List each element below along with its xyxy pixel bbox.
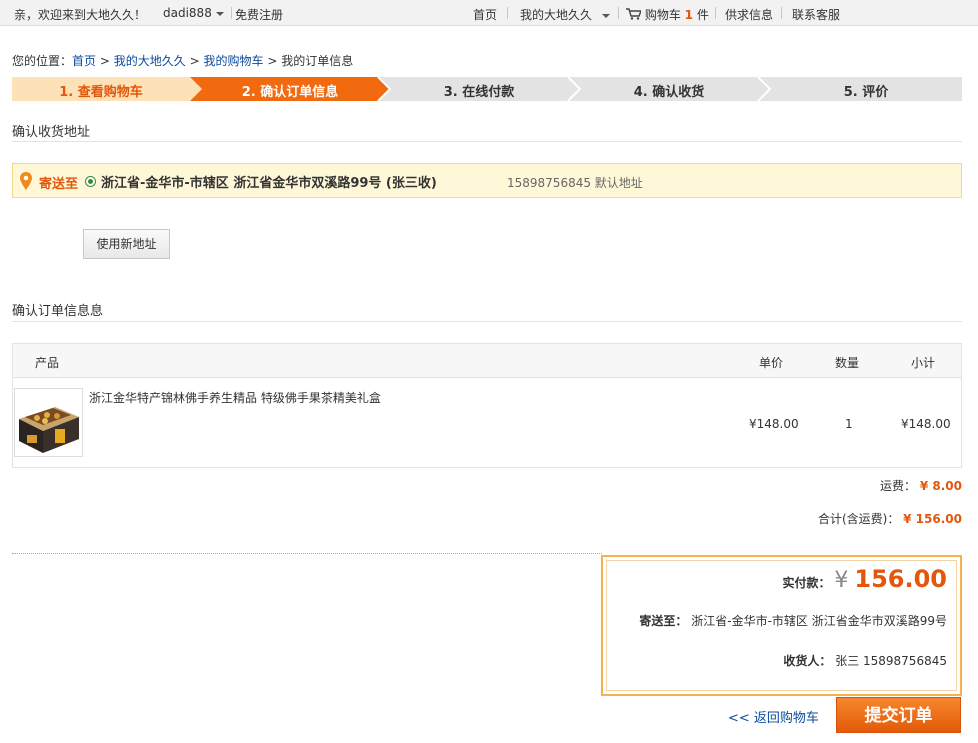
column-product: 产品 <box>35 356 60 370</box>
address-radio[interactable] <box>85 176 96 187</box>
divider <box>12 141 962 142</box>
address-section-title: 确认收货地址 <box>12 125 91 140</box>
step-online-payment: 3. 在线付款 <box>443 85 515 100</box>
divider <box>231 7 232 19</box>
shipping-value: ¥ 8.00 <box>919 479 962 493</box>
paid-amount-row: 实付款： ¥156.00 <box>783 565 947 593</box>
cart-unit: 件 <box>696 8 709 22</box>
product-qty: 1 <box>845 417 853 431</box>
breadcrumb-cart[interactable]: 我的购物车 <box>203 54 263 68</box>
column-price: 单价 <box>759 356 784 370</box>
shipping-label: 运费： <box>880 479 917 493</box>
order-summary: 实付款： ¥156.00 寄送至： 浙江省-金华市-市辖区 浙江省金华市双溪路9… <box>601 555 962 696</box>
welcome-text: 亲，欢迎来到大地久久！ <box>14 8 147 22</box>
register-link[interactable]: 免费注册 <box>235 6 283 23</box>
divider <box>618 7 619 19</box>
divider <box>507 7 508 19</box>
address-option[interactable]: 寄送至 浙江省-金华市-市辖区 浙江省金华市双溪路99号 (张三收) 15898… <box>12 163 962 198</box>
summary-send-label: 寄送至： <box>639 614 688 628</box>
currency-symbol: ¥ <box>834 568 849 593</box>
home-link[interactable]: 首页 <box>473 6 497 23</box>
divider <box>12 321 962 322</box>
product-price: ¥148.00 <box>749 417 799 431</box>
supply-link[interactable]: 供求信息 <box>725 6 773 23</box>
total-row: 合计(含运费)： ¥ 156.00 <box>818 510 962 527</box>
my-account-menu[interactable]: 我的大地久久 <box>520 6 611 23</box>
receiver-value: 张三 15898756845 <box>835 654 947 668</box>
summary-send-value: 浙江省-金华市-市辖区 浙江省金华市双溪路99号 <box>691 614 947 628</box>
submit-order-button[interactable]: 提交订单 <box>836 697 961 733</box>
chevron-down-icon <box>602 13 611 18</box>
receiver-row: 收货人： 张三 15898756845 <box>783 652 947 669</box>
total-value: ¥ 156.00 <box>903 512 962 526</box>
order-section-title: 确认订单信息息 <box>12 304 104 319</box>
step-confirm-order: 2. 确认订单信息 <box>241 85 339 100</box>
breadcrumb-separator: > <box>267 54 278 68</box>
breadcrumb-current: 我的订单信息 <box>281 54 354 68</box>
column-subtotal: 小计 <box>911 356 936 370</box>
user-menu[interactable]: dadi888 <box>163 6 224 20</box>
product-subtotal: ¥148.00 <box>901 417 951 431</box>
step-confirm-receipt: 4. 确认收货 <box>633 85 705 100</box>
cart-count: 1 <box>684 8 694 22</box>
step-review: 5. 评价 <box>843 85 889 100</box>
column-qty: 数量 <box>835 356 860 370</box>
service-link[interactable]: 联系客服 <box>792 6 840 23</box>
product-name-link[interactable]: 浙江金华特产锦林佛手养生精品 特级佛手果茶精美礼盒 <box>89 389 381 406</box>
divider <box>12 553 602 554</box>
use-new-address-button[interactable]: 使用新地址 <box>83 229 170 259</box>
my-account-label: 我的大地久久 <box>520 8 593 22</box>
receiver-label: 收货人： <box>783 654 832 668</box>
divider <box>781 7 782 19</box>
paid-label: 实付款： <box>782 576 831 590</box>
breadcrumb-separator: > <box>189 54 200 68</box>
breadcrumb-prefix: 您的位置： <box>12 54 73 68</box>
step-view-cart: 1. 查看购物车 <box>59 85 143 100</box>
location-pin-icon <box>20 172 32 190</box>
send-to-row: 寄送至： 浙江省-金华市-市辖区 浙江省金华市双溪路99号 <box>639 612 947 629</box>
checkout-steps: 1. 查看购物车 2. 确认订单信息 3. 在线付款 4. 确认收货 5. 评价 <box>12 77 962 101</box>
breadcrumb-home[interactable]: 首页 <box>72 54 96 68</box>
cart-icon <box>626 8 643 20</box>
username: dadi888 <box>163 6 212 20</box>
product-image[interactable] <box>14 388 83 457</box>
shipping-fee-row: 运费： ¥ 8.00 <box>880 477 962 494</box>
address-phone-default: 15898756845 默认地址 <box>507 176 643 190</box>
top-bar: 亲，欢迎来到大地久久！ dadi888 免费注册 首页 我的大地久久 购物车 1… <box>0 0 978 26</box>
table-header: 产品 单价 数量 小计 <box>13 344 961 378</box>
order-table: 产品 单价 数量 小计 浙江金华特产锦林佛手养生精品 特级佛手果茶精美礼盒 ¥1… <box>12 343 962 468</box>
back-to-cart-link[interactable]: << 返回购物车 <box>728 707 819 726</box>
gift-box-image <box>15 389 82 456</box>
breadcrumb: 您的位置：首页 > 我的大地久久 > 我的购物车 > 我的订单信息 <box>12 52 353 69</box>
breadcrumb-my-account[interactable]: 我的大地久久 <box>114 54 186 68</box>
chevron-down-icon <box>215 11 224 16</box>
divider <box>715 7 716 19</box>
address-text: 浙江省-金华市-市辖区 浙江省金华市双溪路99号 (张三收) <box>101 176 437 191</box>
cart-link[interactable]: 购物车 1 件 <box>626 6 709 23</box>
send-to-label: 寄送至 <box>39 177 79 192</box>
total-label: 合计(含运费)： <box>817 512 900 526</box>
paid-amount: 156.00 <box>854 565 947 593</box>
cart-label: 购物车 <box>644 8 681 22</box>
breadcrumb-separator: > <box>99 54 110 68</box>
